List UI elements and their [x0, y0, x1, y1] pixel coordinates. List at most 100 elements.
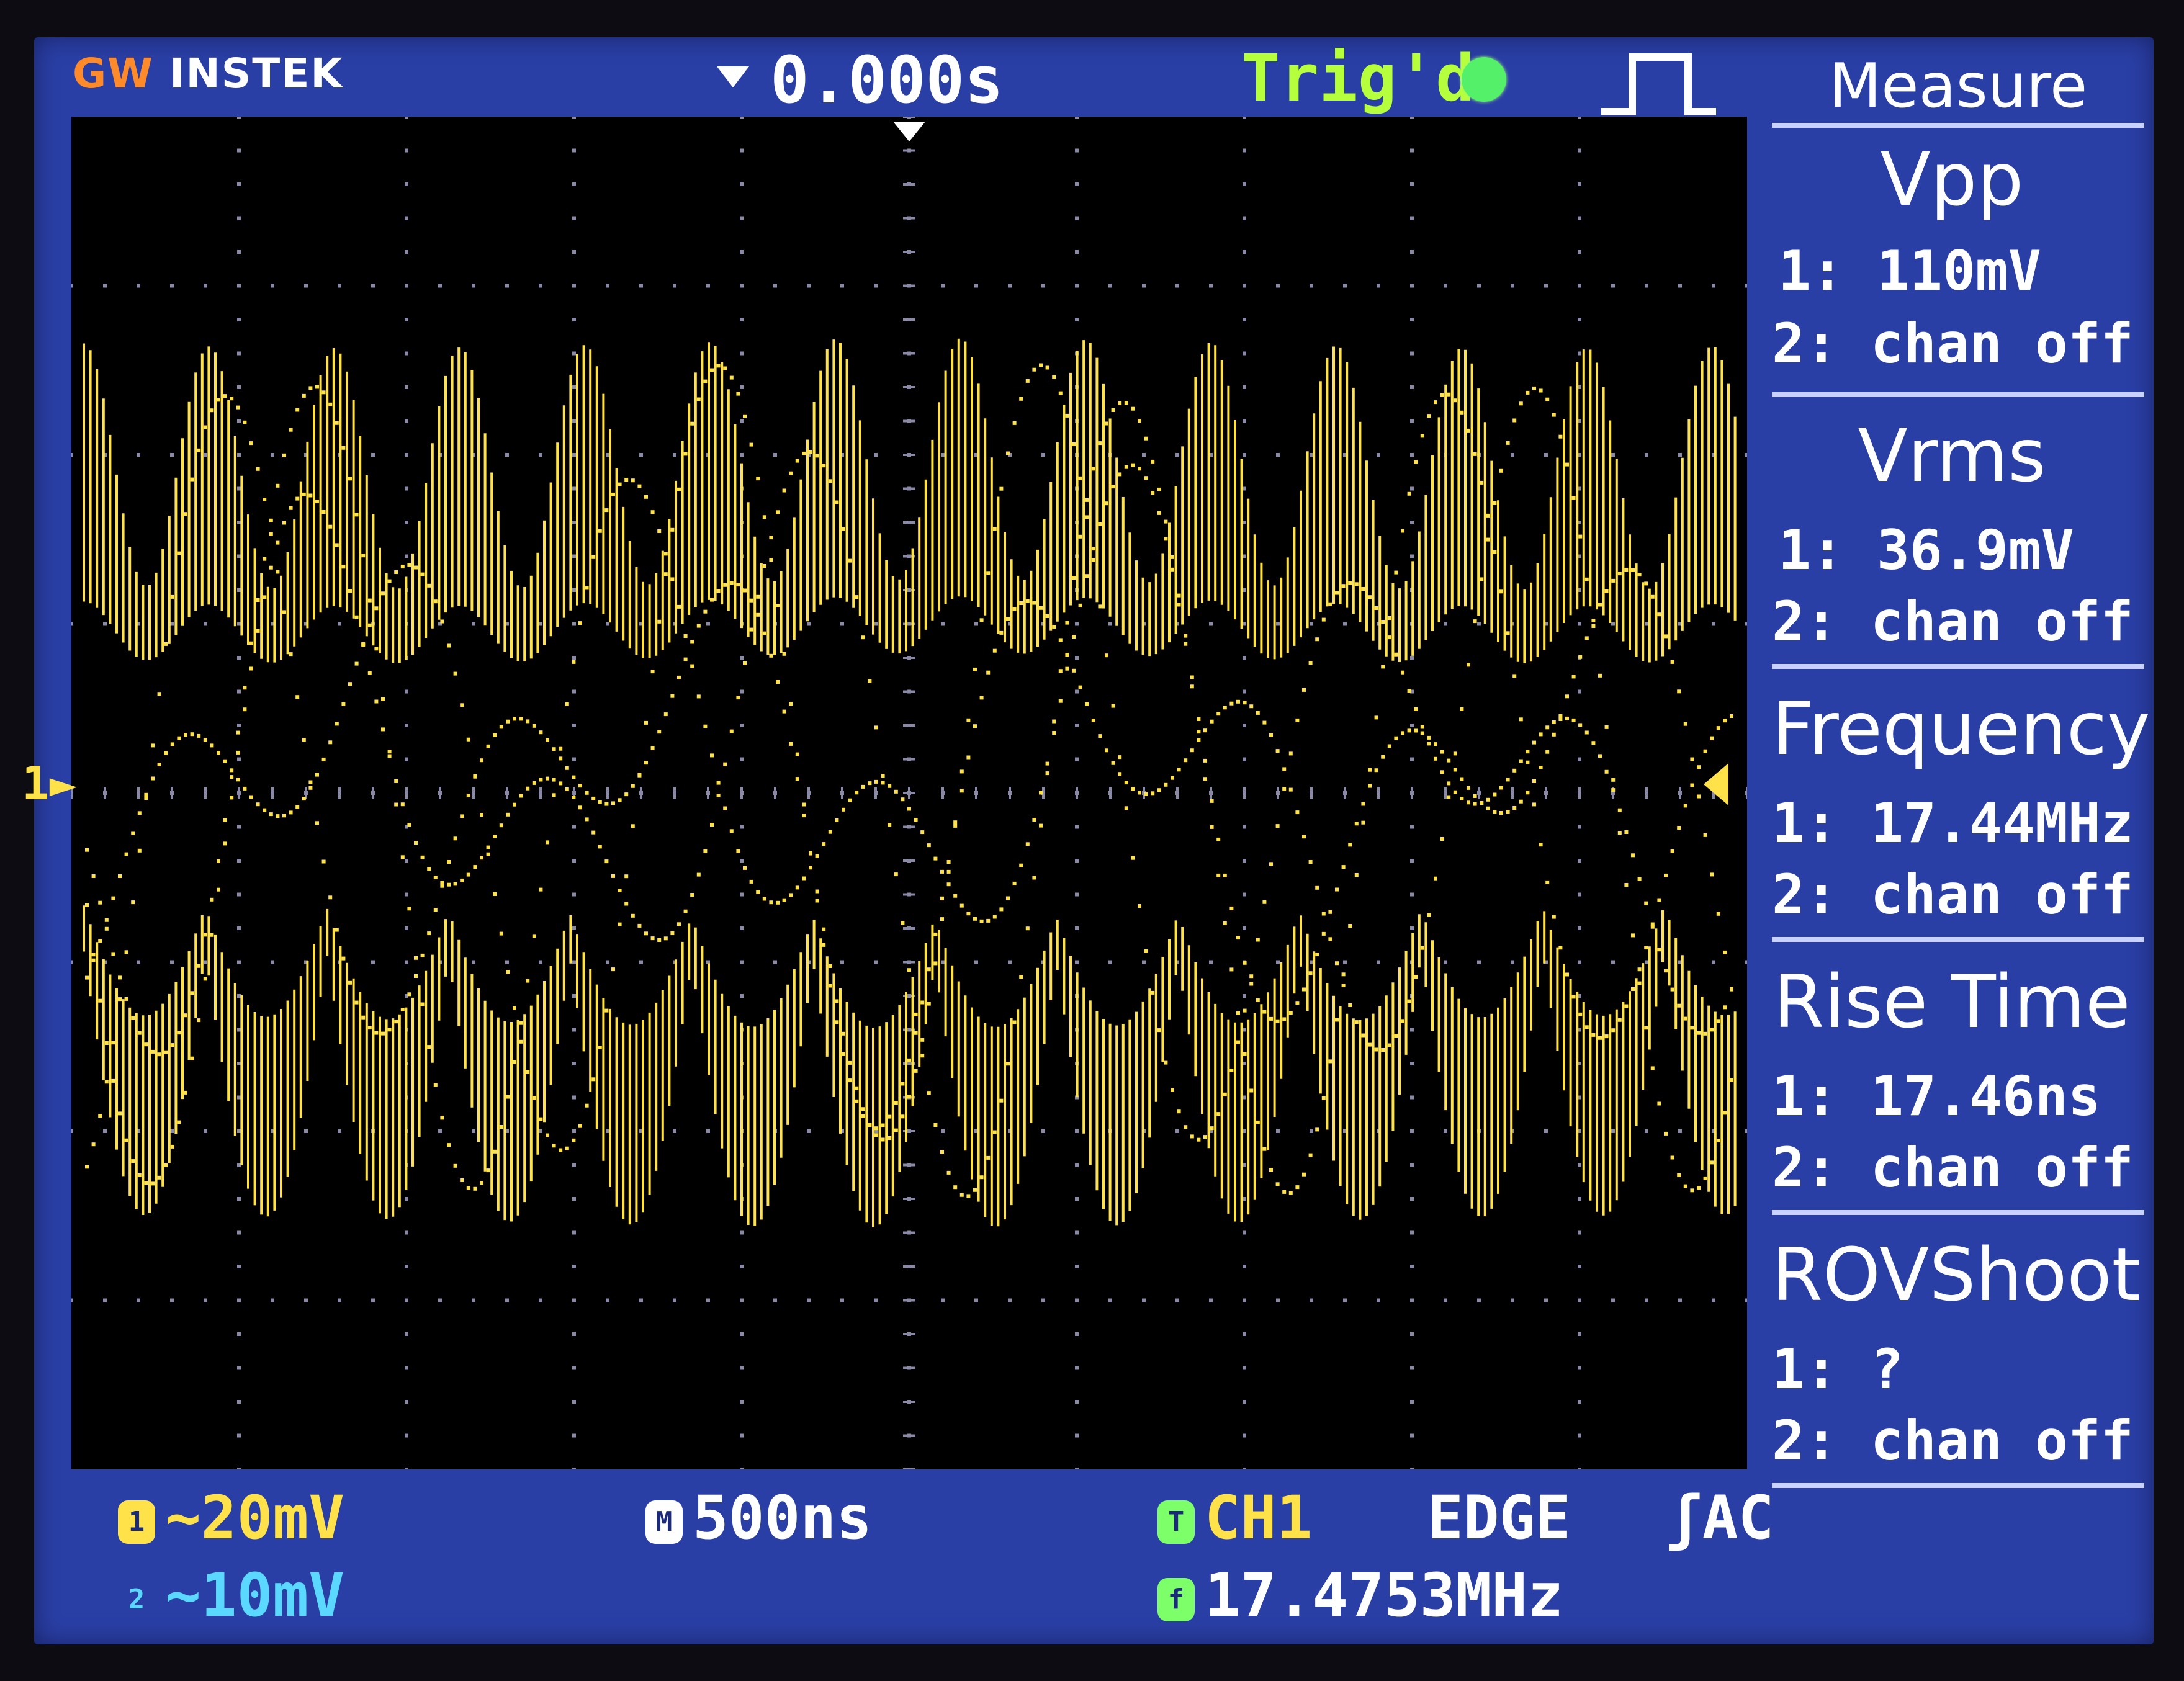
measure-slot-vpp[interactable]: Vpp 1: 110mV 2: chan off — [1772, 137, 2144, 410]
trace-dot — [1045, 771, 1049, 776]
trace-dot — [1598, 603, 1602, 607]
trace-dot — [1171, 1088, 1174, 1092]
measure-slot-rise-time[interactable]: Rise Time 1: 17.46ns 2: chan off — [1772, 959, 2144, 1232]
trace-dot — [1591, 619, 1596, 622]
trigger-indicator-icon — [1462, 57, 1506, 102]
trigger-source[interactable]: T CH1 — [1157, 1483, 1312, 1553]
ch1-scale-value: ~20mV — [165, 1483, 344, 1553]
trace-dot — [644, 931, 648, 936]
measure-slot-rovshoot[interactable]: ROVShoot 1: ? 2: chan off — [1772, 1232, 2144, 1505]
trace-dot — [1039, 606, 1043, 610]
trace-dot — [104, 926, 109, 931]
trace-dot — [289, 652, 293, 657]
trace-dot — [1604, 769, 1609, 774]
trace-dot — [170, 1043, 174, 1047]
trace-dot — [1124, 465, 1128, 469]
trace-dot — [618, 482, 622, 486]
trace-dot — [1124, 781, 1128, 785]
trace-dot — [927, 1091, 931, 1095]
brand-logo: GW INSTEK — [73, 50, 344, 97]
trigger-type[interactable]: EDGE — [1427, 1483, 1571, 1553]
trace-dot — [1078, 476, 1082, 480]
trace-dot — [131, 831, 135, 835]
trace-dot — [749, 442, 753, 447]
trace-dot — [966, 1194, 971, 1198]
trace-dot — [1105, 421, 1108, 426]
trace-dot — [131, 900, 135, 905]
trace-dot — [1341, 584, 1346, 588]
trace-dot — [756, 477, 760, 481]
trace-dot — [1480, 480, 1484, 485]
trace-dot — [276, 540, 280, 545]
trace-dot — [1670, 660, 1674, 664]
measure-title[interactable]: Measure — [1791, 51, 2126, 122]
measure-slot-vrms[interactable]: Vrms 1: 36.9mV 2: chan off — [1772, 413, 2144, 686]
trace-dot — [1453, 398, 1457, 403]
trace-dot — [499, 931, 503, 936]
trace-dot — [513, 1060, 516, 1064]
trace-dot — [1453, 768, 1457, 772]
trace-dot — [1262, 1147, 1267, 1151]
trace-dot — [874, 779, 878, 784]
trace-dot — [1295, 718, 1300, 722]
trace-dot — [400, 855, 405, 859]
trace-dot — [729, 729, 734, 733]
trace-dot — [1571, 675, 1576, 679]
trace-dot — [170, 742, 174, 746]
trace-dot — [546, 840, 549, 845]
trace-dot — [848, 558, 852, 563]
trace-dot — [959, 903, 964, 908]
trace-dot — [321, 390, 326, 395]
ch1-scale[interactable]: 1 ~20mV — [118, 1483, 344, 1553]
trace-dot — [308, 386, 313, 390]
waveform-screen[interactable] — [71, 117, 1747, 1469]
trace-dot — [1598, 754, 1602, 758]
trace-dot — [1723, 719, 1727, 723]
trace-dot — [335, 928, 339, 932]
trace-dot — [1506, 778, 1510, 782]
trace-dot — [1394, 570, 1398, 575]
trace-dot — [85, 975, 89, 980]
trace-dot — [874, 725, 878, 730]
trace-dot — [118, 997, 122, 1002]
trace-dot — [98, 939, 102, 943]
trace-dot — [1216, 712, 1221, 716]
timebase-scale[interactable]: M 500ns — [645, 1483, 872, 1553]
trace-dot — [440, 881, 444, 885]
trace-dot — [782, 488, 786, 493]
trace-dot — [1460, 707, 1464, 711]
trace-dot — [670, 527, 675, 532]
trace-dot — [907, 807, 911, 811]
ch2-scale[interactable]: 2 ~10mV — [118, 1561, 344, 1630]
trace-dot — [1052, 731, 1056, 735]
trace-dot — [565, 702, 569, 706]
trigger-slope-coupling[interactable]: ʃAC — [1666, 1483, 1774, 1553]
trace-dot — [683, 634, 688, 638]
trace-dot — [1460, 410, 1464, 415]
trace-dot — [1617, 572, 1622, 576]
trace-dot — [822, 842, 826, 846]
trace-dot — [236, 730, 240, 735]
trace-dot — [1335, 887, 1339, 892]
trace-dot — [986, 918, 991, 923]
trace-dot — [1460, 777, 1464, 781]
trace-dot — [1223, 1092, 1227, 1096]
trace-dot — [591, 830, 596, 835]
trace-dot — [1131, 463, 1135, 467]
trace-dot — [1368, 595, 1372, 599]
trace-dot — [190, 991, 194, 995]
trace-dot — [565, 766, 569, 770]
trace-dot — [1414, 728, 1418, 733]
trace-dot — [1670, 849, 1674, 853]
trace-dot — [953, 820, 958, 825]
trace-dot — [888, 1136, 892, 1140]
trace-dot — [920, 1038, 925, 1042]
trace-dot — [98, 900, 102, 905]
trace-dot — [276, 814, 280, 818]
trace-dot — [1308, 860, 1313, 864]
trace-dot — [1190, 748, 1194, 753]
measure-slot-frequency[interactable]: Frequency 1: 17.44MHz 2: chan off — [1772, 686, 2150, 959]
trace-dot — [1558, 714, 1563, 718]
trace-dot — [1315, 637, 1319, 642]
trace-dot — [1604, 725, 1609, 729]
